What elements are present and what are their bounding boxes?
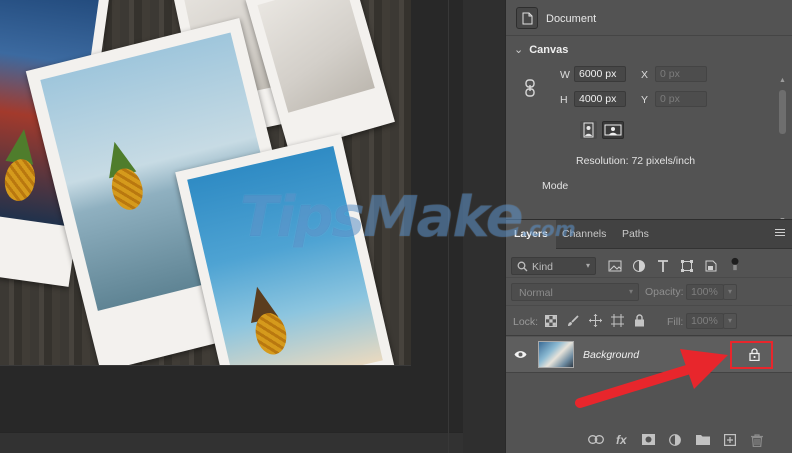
folder-icon[interactable]	[696, 434, 710, 445]
height-label: H	[560, 94, 568, 106]
canvas-status-bar	[0, 432, 463, 453]
document-icon[interactable]	[516, 7, 538, 29]
shape-layer-filter-icon[interactable]	[680, 259, 694, 273]
tab-paths[interactable]: Paths	[614, 220, 657, 249]
lock-position-icon[interactable]	[589, 314, 602, 327]
opacity-label: Opacity:	[645, 286, 684, 298]
panel-menu-icon[interactable]	[775, 229, 785, 238]
annotation-arrow	[575, 349, 728, 408]
lock-image-pixels-icon[interactable]	[567, 315, 579, 327]
mask-icon[interactable]	[642, 434, 655, 445]
filter-toggle-icon[interactable]	[728, 257, 742, 271]
blend-row: Normal ▾ Opacity: 100% ▾	[506, 278, 792, 306]
resolution-text: Resolution: 72 pixels/inch	[576, 155, 696, 167]
document-row[interactable]: Document	[506, 0, 792, 36]
trash-icon[interactable]	[751, 434, 763, 447]
chevron-down-icon: ▾	[628, 287, 633, 296]
opacity-field[interactable]: 100%	[686, 284, 724, 300]
type-layer-filter-icon[interactable]	[656, 259, 670, 273]
x-label: X	[641, 69, 649, 81]
smart-object-filter-icon[interactable]	[704, 259, 718, 273]
y-label: Y	[641, 94, 649, 106]
adjustment-layer-filter-icon[interactable]	[632, 259, 646, 273]
link-icon[interactable]	[588, 435, 604, 444]
lock-transparent-pixels-icon[interactable]	[545, 315, 557, 327]
canvas-section-header[interactable]: ⌄ Canvas	[514, 43, 568, 56]
canvas-title: Canvas	[529, 44, 569, 56]
fx-icon[interactable]: fx	[616, 433, 627, 447]
chevron-down-icon[interactable]: ⌄	[514, 43, 523, 56]
watermark: TipsMake.com	[240, 185, 576, 250]
panel-scrollbar[interactable]: ▲ ▼	[778, 77, 787, 229]
width-label: W	[560, 69, 570, 81]
filter-kind-select[interactable]: Kind ▾	[511, 257, 596, 275]
search-icon	[517, 261, 528, 272]
blend-mode-value: Normal	[519, 287, 553, 299]
landscape-orientation-button[interactable]	[602, 121, 624, 139]
filter-kind-label: Kind	[532, 261, 554, 273]
layer-thumbnail[interactable]	[538, 341, 574, 368]
lock-artboard-icon[interactable]	[611, 314, 624, 327]
canvas-edge	[0, 365, 411, 366]
layers-panel: Layers Channels Paths Kind ▾ Normal ▾ Op…	[506, 219, 792, 453]
lock-row: Lock: Fill: 100% ▾	[506, 306, 792, 336]
new-layer-icon[interactable]	[724, 434, 736, 446]
pixel-layer-filter-icon[interactable]	[608, 259, 622, 273]
x-field[interactable]: 0 px	[655, 66, 707, 82]
y-field[interactable]: 0 px	[655, 91, 707, 107]
portrait-orientation-button[interactable]	[580, 121, 597, 139]
document-label: Document	[546, 13, 597, 25]
fill-field[interactable]: 100%	[686, 313, 724, 329]
scroll-up-icon[interactable]: ▲	[778, 77, 787, 84]
eye-icon[interactable]	[514, 350, 527, 359]
canvas-photo[interactable]	[0, 0, 411, 365]
fill-label: Fill:	[667, 316, 684, 328]
scrollbar-thumb[interactable]	[779, 90, 786, 134]
fill-dropdown[interactable]: ▾	[723, 313, 737, 329]
layer-filter-row: Kind ▾	[506, 249, 792, 278]
link-dimensions-icon[interactable]	[524, 79, 536, 97]
width-field[interactable]: 6000 px	[574, 66, 626, 82]
layers-bottom-bar: fx	[506, 424, 792, 453]
height-field[interactable]: 4000 px	[574, 91, 626, 107]
lock-all-icon[interactable]	[634, 314, 645, 327]
adjustment-icon[interactable]	[669, 434, 681, 446]
lock-label: Lock:	[513, 316, 539, 328]
opacity-dropdown[interactable]: ▾	[723, 284, 737, 300]
blend-mode-select[interactable]: Normal ▾	[511, 283, 639, 301]
lock-highlight-box	[730, 341, 773, 369]
chevron-down-icon: ▾	[585, 261, 590, 270]
